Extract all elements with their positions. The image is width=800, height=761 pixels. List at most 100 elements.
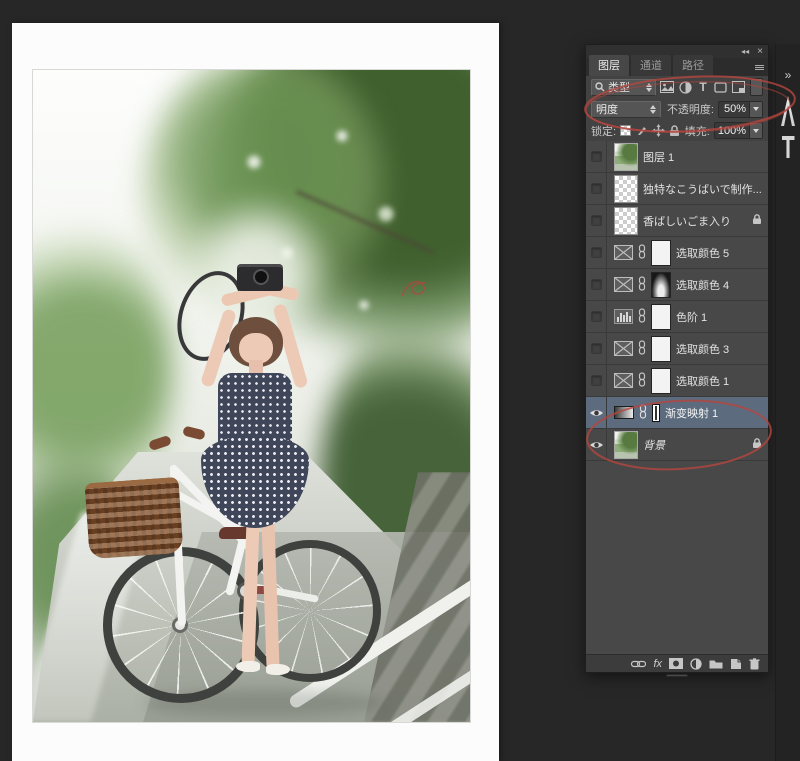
filter-pixel-layers-icon[interactable] <box>660 79 674 95</box>
layer-thumbnail[interactable] <box>614 143 638 171</box>
mask-link-icon[interactable] <box>638 244 646 262</box>
mask-link-icon[interactable] <box>638 372 646 390</box>
layer-mask-thumbnail[interactable] <box>651 368 671 394</box>
layer-mask-thumbnail[interactable] <box>651 336 671 362</box>
layer-name[interactable]: 选取颜色 3 <box>676 341 762 357</box>
link-layers-button[interactable] <box>631 660 646 668</box>
selected-mask-frame <box>652 404 660 422</box>
mask-link-icon[interactable] <box>638 340 646 358</box>
layer-row[interactable]: 选取颜色 5 <box>586 237 768 269</box>
layer-row[interactable]: 选取颜色 3 <box>586 333 768 365</box>
layer-name[interactable]: 背景 <box>643 437 745 453</box>
visibility-toggle[interactable] <box>586 365 607 396</box>
opacity-value[interactable]: 50% <box>718 101 750 118</box>
layer-mask-thumbnail[interactable] <box>651 272 671 298</box>
fill-control: 100% <box>714 122 763 139</box>
close-panel-icon[interactable]: × <box>757 46 763 57</box>
collapsed-panel-dock: » <box>775 44 800 761</box>
dock-panel-icon-2[interactable] <box>782 136 795 158</box>
layer-name[interactable]: 香ばしいごま入り <box>643 213 745 229</box>
layer-row[interactable]: 选取颜色 1 <box>586 365 768 397</box>
layer-mask-thumbnail[interactable] <box>651 240 671 266</box>
new-adjustment-layer-button[interactable] <box>690 658 702 670</box>
collapse-panel-icon[interactable]: ◂◂ <box>741 47 749 56</box>
tab-paths[interactable]: 路径 <box>673 55 713 76</box>
blend-mode-select[interactable]: 明度 <box>591 101 661 118</box>
new-group-button[interactable] <box>709 658 723 669</box>
layer-name[interactable]: 选取颜色 4 <box>676 277 762 293</box>
add-mask-button[interactable] <box>669 658 683 669</box>
dropdown-arrows-icon <box>646 83 652 92</box>
mask-link-icon[interactable] <box>638 276 646 294</box>
blend-mode-value: 明度 <box>596 101 650 117</box>
fill-value[interactable]: 100% <box>714 122 750 139</box>
layer-thumbnail[interactable] <box>614 431 638 459</box>
panel-menu-icon[interactable] <box>755 65 764 70</box>
layer-mask-thumbnail[interactable] <box>655 406 657 420</box>
lock-position-icon[interactable] <box>652 124 665 138</box>
lock-label: 锁定: <box>591 123 616 139</box>
layer-name[interactable]: 渐变映射 1 <box>665 405 762 421</box>
dropdown-arrows-icon <box>650 105 656 114</box>
filter-smart-object-icon[interactable] <box>732 79 746 95</box>
visibility-toggle[interactable] <box>586 397 607 428</box>
dock-panel-icon[interactable] <box>781 96 795 126</box>
layer-thumbnail[interactable] <box>614 175 638 203</box>
search-icon <box>595 82 605 92</box>
layer-row[interactable]: 香ばしいごま入り <box>586 205 768 237</box>
lock-row: 锁定: 填充: 100% <box>586 120 768 141</box>
layer-thumbnail[interactable] <box>614 207 638 235</box>
layer-name[interactable]: 选取颜色 5 <box>676 245 762 261</box>
opacity-dropdown-button[interactable] <box>750 101 763 118</box>
layer-row-selected[interactable]: 渐变映射 1 <box>586 397 768 429</box>
hidden-eye-box <box>591 247 602 258</box>
visibility-toggle[interactable] <box>586 141 607 172</box>
filter-adjustment-layers-icon[interactable] <box>678 79 692 95</box>
fill-dropdown-button[interactable] <box>750 122 763 139</box>
visibility-toggle[interactable] <box>586 333 607 364</box>
filter-type-dropdown[interactable]: 类型 <box>591 79 656 96</box>
tab-channels[interactable]: 通道 <box>631 55 671 76</box>
panel-resize-grip[interactable] <box>666 674 688 677</box>
layer-name[interactable]: 选取颜色 1 <box>676 373 762 389</box>
lock-image-icon[interactable] <box>636 124 648 138</box>
layer-row[interactable]: 独特なこうばいで制作... <box>586 173 768 205</box>
photo-artwork <box>33 70 470 722</box>
layer-name[interactable]: 图层 1 <box>643 149 762 165</box>
layer-name[interactable]: 独特なこうばいで制作... <box>643 181 762 197</box>
eye-icon <box>589 440 604 450</box>
hidden-eye-box <box>591 375 602 386</box>
filter-type-layers-icon[interactable]: T <box>696 79 710 95</box>
layer-row[interactable]: 色阶 1 <box>586 301 768 333</box>
layer-row[interactable]: 选取颜色 4 <box>586 269 768 301</box>
woman-right-shoe <box>266 664 290 675</box>
tab-layers[interactable]: 图层 <box>589 55 629 76</box>
expand-dock-icon[interactable]: » <box>776 68 800 82</box>
visibility-toggle[interactable] <box>586 269 607 300</box>
document-canvas[interactable] <box>12 23 499 761</box>
visibility-toggle[interactable] <box>586 237 607 268</box>
opacity-control: 50% <box>718 101 763 118</box>
layer-row[interactable]: 图层 1 <box>586 141 768 173</box>
visibility-toggle[interactable] <box>586 205 607 236</box>
lock-all-icon[interactable] <box>669 124 681 138</box>
mask-link-icon[interactable] <box>638 308 646 326</box>
fill-label: 填充: <box>685 123 710 139</box>
layer-name[interactable]: 色阶 1 <box>676 309 762 325</box>
layer-style-button[interactable]: fx <box>653 658 662 670</box>
filter-toggle-button[interactable] <box>750 78 763 96</box>
layer-mask-thumbnail[interactable] <box>651 304 671 330</box>
filter-shape-layers-icon[interactable] <box>714 79 728 95</box>
delete-layer-button[interactable] <box>749 658 760 670</box>
opacity-label: 不透明度: <box>667 101 714 117</box>
visibility-toggle[interactable] <box>586 173 607 204</box>
visibility-toggle[interactable] <box>586 429 607 460</box>
lock-transparency-icon[interactable] <box>620 124 632 138</box>
layer-lock-icon <box>752 438 762 452</box>
layer-row[interactable]: 背景 <box>586 429 768 461</box>
blend-mode-row: 明度 不透明度: 50% <box>586 98 768 120</box>
figure-group <box>33 70 470 722</box>
mask-link-icon[interactable] <box>639 404 647 422</box>
new-layer-button[interactable] <box>730 658 742 670</box>
visibility-toggle[interactable] <box>586 301 607 332</box>
